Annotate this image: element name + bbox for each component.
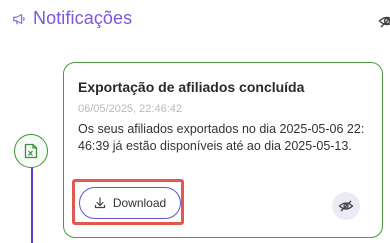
download-icon — [94, 197, 105, 209]
notification-title: Exportação de afiliados concluída — [78, 79, 305, 95]
download-button[interactable]: Download — [79, 187, 181, 219]
notification-body: Os seus afiliados exportados no dia 2025… — [78, 122, 365, 153]
hide-all-icon[interactable] — [378, 12, 390, 30]
notification-date: 06/05/2025, 22:46:42 — [78, 103, 182, 115]
page-title: Notificações — [33, 8, 133, 28]
download-label: Download — [112, 196, 167, 210]
hide-notification-button[interactable] — [332, 192, 360, 220]
timeline-node — [14, 134, 48, 168]
notification-card: Exportação de afiliados concluída 06/05/… — [63, 62, 383, 238]
megaphone-icon — [12, 12, 26, 26]
eye-off-icon — [338, 200, 354, 212]
timeline-line — [31, 166, 33, 243]
notifications-header: Notificações — [12, 8, 132, 29]
excel-file-icon — [24, 143, 38, 159]
